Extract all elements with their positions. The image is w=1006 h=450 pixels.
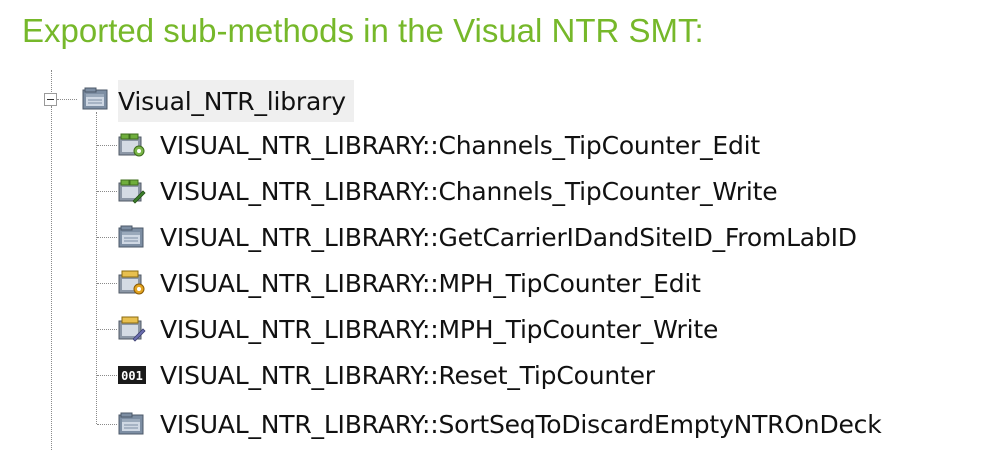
- svg-text:001: 001: [121, 369, 143, 383]
- tree-root-line: [51, 70, 52, 92]
- tree-item-label: VISUAL_NTR_LIBRARY::GetCarrierIDandSiteI…: [160, 222, 857, 252]
- tree-branch: [97, 329, 117, 330]
- collapse-toggle[interactable]: [44, 93, 57, 106]
- tree-branch: [97, 191, 117, 192]
- tree-child-line: [96, 112, 97, 424]
- tree-item[interactable]: VISUAL_NTR_LIBRARY::GetCarrierIDandSiteI…: [160, 214, 857, 260]
- mph-write-icon: [118, 316, 146, 342]
- library-method-icon: [118, 411, 146, 437]
- library-icon: [82, 86, 110, 112]
- mph-edit-icon: [118, 270, 146, 296]
- tree-branch: [97, 424, 117, 425]
- channels-write-icon: [118, 178, 146, 204]
- tree-item-label: VISUAL_NTR_LIBRARY::Channels_TipCounter_…: [160, 176, 778, 206]
- tree-item-label: VISUAL_NTR_LIBRARY::Channels_TipCounter_…: [160, 130, 760, 160]
- tree-root-line-lower: [51, 106, 52, 450]
- tree-root-item[interactable]: Visual_NTR_library: [118, 80, 354, 122]
- tree-root-label: Visual_NTR_library: [118, 86, 346, 116]
- tree-branch: [97, 237, 117, 238]
- tree-item[interactable]: VISUAL_NTR_LIBRARY::Channels_TipCounter_…: [160, 122, 760, 168]
- tree-item[interactable]: VISUAL_NTR_LIBRARY::Channels_TipCounter_…: [160, 168, 778, 214]
- tree-item[interactable]: VISUAL_NTR_LIBRARY::Reset_TipCounter: [160, 352, 655, 398]
- tree-item[interactable]: VISUAL_NTR_LIBRARY::MPH_TipCounter_Edit: [160, 260, 701, 306]
- tree-root-branch: [57, 99, 77, 100]
- tree-item-label: VISUAL_NTR_LIBRARY::MPH_TipCounter_Edit: [160, 268, 701, 298]
- tree-branch: [97, 375, 117, 376]
- tree-branch: [97, 145, 117, 146]
- tree-item-label: VISUAL_NTR_LIBRARY::MPH_TipCounter_Write: [160, 314, 719, 344]
- tree-item[interactable]: VISUAL_NTR_LIBRARY::MPH_TipCounter_Write: [160, 306, 718, 352]
- tree-item-label: VISUAL_NTR_LIBRARY::Reset_TipCounter: [160, 360, 655, 390]
- tree-item-label: VISUAL_NTR_LIBRARY::SortSeqToDiscardEmpt…: [160, 409, 882, 439]
- binary-001-icon: 001: [118, 362, 146, 388]
- channels-edit-icon: [118, 132, 146, 158]
- tree-branch: [97, 283, 117, 284]
- library-method-icon: [118, 224, 146, 250]
- method-tree: Visual_NTR_library VISUAL_NTR_LIBRARY::C…: [0, 0, 1006, 450]
- tree-item[interactable]: VISUAL_NTR_LIBRARY::SortSeqToDiscardEmpt…: [160, 401, 882, 447]
